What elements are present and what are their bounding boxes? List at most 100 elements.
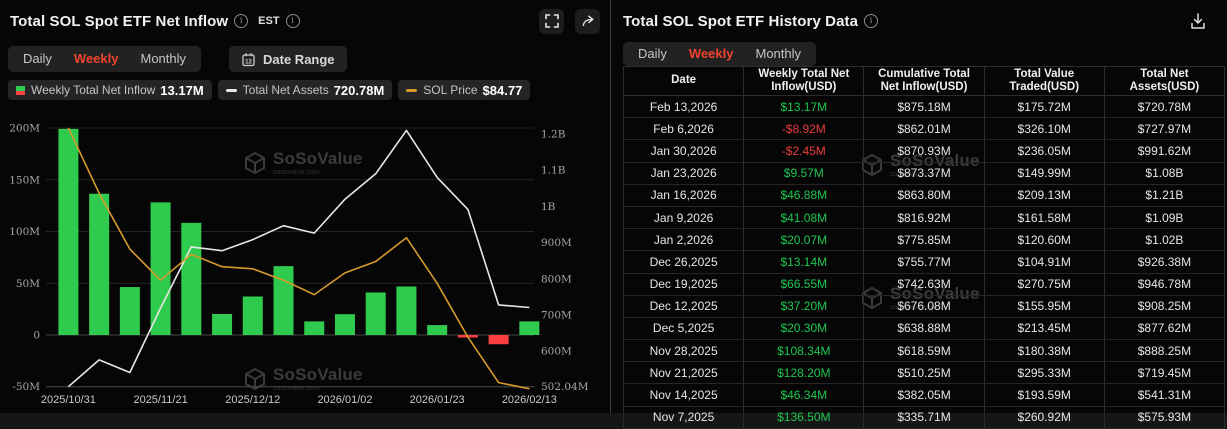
table-row: Jan 30,2026 -$2.45M $870.93M $236.05M $991.6… [624,140,1224,163]
y-axis-right-label: 1.1B [541,165,566,177]
column-header: Date [624,67,745,95]
cell-assets: $575.93M [1137,410,1192,425]
cell-assets: $719.45M [1137,365,1192,380]
cell-traded: $161.58M [985,206,1105,229]
cell-inflow: $136.50M [744,406,865,428]
cell-assets: $926.38M [1137,254,1192,269]
cell-assets: $991.62M [1137,143,1192,158]
tab-daily[interactable]: Daily [12,46,63,72]
inflow-bar[interactable] [212,313,233,335]
cell-cumulative: $676.08M [864,295,985,317]
cell-traded: $120.60M [985,229,1105,251]
inflow-bar[interactable] [365,292,386,335]
history-table: Date Weekly Total Net Inflow(USD) Cumulati… [623,66,1225,429]
table-row: Feb 6,2026 -$8.92M $862.01M $326.10M $727.97… [624,118,1224,141]
info-icon[interactable] [285,14,300,28]
cell-date: Nov 14,2025 [624,384,745,406]
y-axis-right-label: 900M [541,237,572,249]
cell-cumulative: $618.59M [864,340,985,362]
inflow-bar[interactable] [488,335,509,345]
inflow-bar[interactable] [427,325,448,335]
inflow-bar[interactable] [396,286,417,335]
cell-traded: $175.72M [985,96,1105,118]
y-axis-right-label: 1.2B [541,129,566,141]
cell-traded: $155.95M [985,295,1105,317]
cell-traded: $260.92M [985,406,1105,428]
table-row: Jan 9,2026 $41.08M $816.92M $161.58M $1.09B [624,206,1224,230]
cell-assets: $1.09B [1145,210,1184,225]
cell-date: Nov 28,2025 [624,340,745,362]
cell-cumulative: $816.92M [864,206,985,229]
cell-inflow: -$8.92M [744,118,865,140]
inflow-bar[interactable] [334,314,355,335]
inflow-bar[interactable] [89,193,110,335]
white-dash-icon [225,88,237,92]
share-button[interactable] [575,8,600,34]
info-icon[interactable] [864,14,879,28]
inflow-bar[interactable] [519,321,540,335]
legend-label: Weekly Total Net Inflow [31,83,156,97]
chart-title: Total SOL Spot ETF Net Inflow [10,12,229,30]
cell-inflow: $20.07M [744,229,865,251]
legend-value: 13.17M [160,82,204,98]
cell-inflow: $66.55M [744,273,865,295]
table-row: Dec 19,2025 $66.55M $742.63M $270.75M $946.7… [624,273,1224,296]
y-axis-right-label: 800M [541,273,572,285]
date-range-button[interactable]: 12 Date Range [229,46,347,72]
cell-date: Dec 12,2025 [624,295,745,317]
cell-traded: $213.45M [985,317,1105,340]
y-axis-right-label: 502.04M [541,381,589,393]
inflow-bar[interactable] [119,287,140,335]
sol-price-line[interactable] [67,127,530,390]
chart-legend: Weekly Total Net Inflow 13.17M Total Net… [8,80,610,100]
legend-item-net-assets[interactable]: Total Net Assets 720.78M [217,80,393,100]
inflow-bar[interactable] [273,266,294,335]
inflow-bar[interactable] [242,296,263,335]
x-axis-label: 2025/12/12 [225,394,280,406]
cell-cumulative: $870.93M [864,140,985,162]
x-axis-label: 2026/02/13 [502,394,557,406]
tab-monthly[interactable]: Monthly [744,41,812,67]
timezone-label: EST [258,15,280,27]
inflow-bar[interactable] [58,128,79,335]
legend-value: 720.78M [333,82,385,98]
svg-text:12: 12 [245,59,252,65]
y-axis-left-label: 50M [16,278,40,290]
net-assets-line[interactable] [67,129,530,388]
cell-cumulative: $510.25M [864,362,985,384]
y-axis-left-label: -50M [12,381,40,393]
table-row: Jan 23,2026 $9.57M $873.37M $149.99M $1.08B [624,162,1224,185]
legend-value: $84.77 [482,82,523,98]
cell-traded: $180.38M [985,340,1105,362]
column-header: Total Value Traded(USD) [985,67,1105,95]
tab-weekly[interactable]: Weekly [63,46,130,72]
share-icon [582,15,593,27]
cell-date: Dec 26,2025 [624,251,745,273]
download-button[interactable] [1187,10,1209,32]
cell-traded: $193.59M [985,384,1105,406]
info-icon[interactable] [234,14,249,28]
interval-tabs: Daily Weekly Monthly [623,41,817,67]
cell-inflow: $9.57M [744,162,865,184]
cell-assets: $541.31M [1137,388,1192,403]
history-data-panel: Total SOL Spot ETF History Data Daily We… [611,0,1227,429]
inflow-bar[interactable] [304,321,325,335]
cell-assets: $1.08B [1145,166,1184,181]
cell-cumulative: $638.88M [864,317,985,340]
inflow-chart[interactable]: 200M 150M 100M 50M 0 -50M 1.2B 1.1B 1B 900M 800M 70… [0,103,610,413]
tab-monthly[interactable]: Monthly [129,46,197,72]
cell-inflow: $128.20M [744,362,865,384]
table-row: Dec 12,2025 $37.20M $676.08M $155.95M $908.2… [624,295,1224,318]
tab-daily[interactable]: Daily [627,41,678,67]
cell-traded: $295.33M [985,362,1105,384]
inflow-bar[interactable] [150,202,171,335]
inflow-bar[interactable] [181,222,202,335]
fullscreen-button[interactable] [539,8,564,34]
legend-item-net-inflow[interactable]: Weekly Total Net Inflow 13.17M [8,80,212,100]
cell-inflow: $46.34M [744,384,865,406]
cell-date: Dec 5,2025 [624,317,745,340]
tab-weekly[interactable]: Weekly [678,41,745,67]
x-axis-label: 2025/11/21 [133,394,187,406]
legend-item-sol-price[interactable]: SOL Price $84.77 [398,80,531,100]
cell-inflow: $46.88M [744,184,865,206]
